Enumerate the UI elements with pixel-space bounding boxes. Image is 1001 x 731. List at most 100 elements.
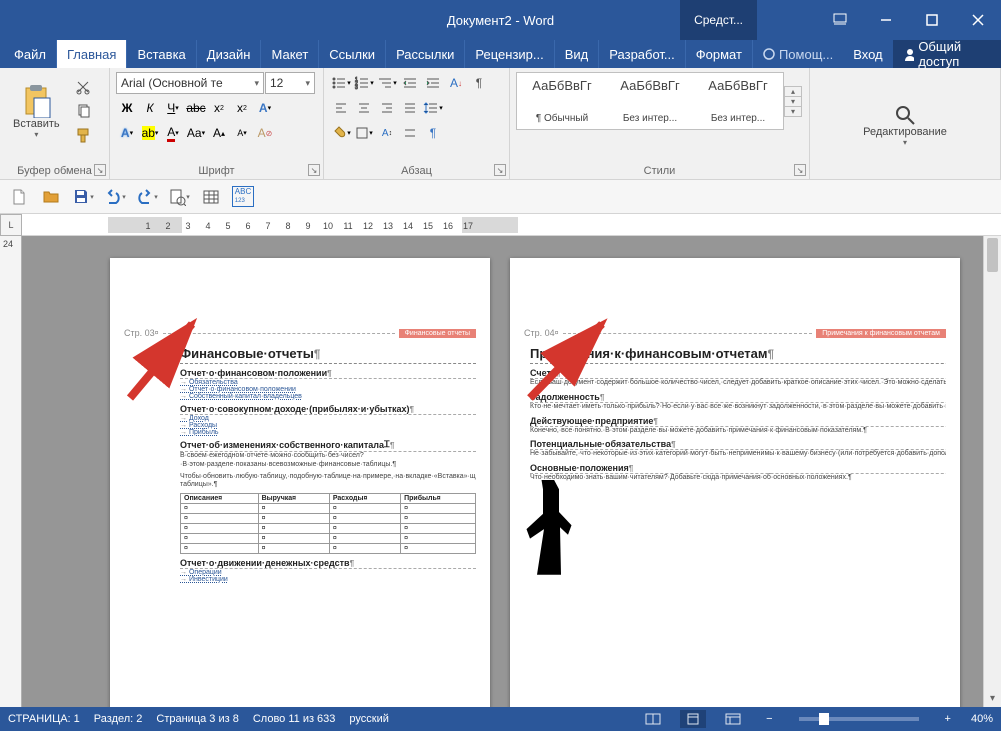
scrollbar-down[interactable]: ▾: [984, 689, 1001, 707]
style-normal[interactable]: АаБбВвГг¶ Обычный: [519, 75, 605, 127]
save-button[interactable]: ▾: [70, 184, 96, 210]
superscript-button[interactable]: x2: [231, 97, 253, 119]
numbering-button[interactable]: 123▾: [353, 72, 375, 94]
highlight-button[interactable]: ab▾: [139, 122, 161, 144]
tab-developer[interactable]: Разработ...: [599, 40, 685, 68]
tab-format[interactable]: Формат: [686, 40, 753, 68]
bullets-button[interactable]: ▾: [330, 72, 352, 94]
ribbon-display-options[interactable]: [817, 0, 863, 40]
minimize-button[interactable]: [863, 0, 909, 40]
spelling-button[interactable]: ABC123: [230, 184, 256, 210]
line-spacing-button[interactable]: ▾: [422, 97, 444, 119]
tab-design[interactable]: Дизайн: [197, 40, 262, 68]
zoom-level[interactable]: 40%: [971, 713, 993, 725]
status-language[interactable]: русский: [349, 713, 388, 725]
insert-table-button[interactable]: [198, 184, 224, 210]
copy-button[interactable]: [72, 100, 94, 122]
tab-review[interactable]: Рецензир...: [465, 40, 554, 68]
align-right-button[interactable]: [376, 97, 398, 119]
close-button[interactable]: [955, 0, 1001, 40]
group-font: Arial (Основной те▾ 12▾ Ж К Ч▾ abc x2 x2…: [110, 68, 324, 179]
paragraph-mark-button[interactable]: ¶: [422, 122, 444, 144]
borders-button[interactable]: ▾: [353, 122, 375, 144]
web-layout-button[interactable]: [720, 710, 746, 728]
scrollbar-thumb[interactable]: [987, 238, 998, 272]
decrease-indent-button[interactable]: [399, 72, 421, 94]
increase-indent-button[interactable]: [422, 72, 444, 94]
paragraph-launcher[interactable]: ↘: [494, 164, 506, 176]
styles-more[interactable]: ▴▾▾: [784, 86, 802, 117]
text-effects2-button[interactable]: A▾: [116, 122, 138, 144]
clipboard-launcher[interactable]: ↘: [94, 164, 106, 176]
zoom-in-button[interactable]: +: [939, 713, 957, 725]
zoom-out-button[interactable]: −: [760, 713, 778, 725]
font-name-combo[interactable]: Arial (Основной те▾: [116, 72, 264, 94]
undo-button[interactable]: ▾: [102, 184, 128, 210]
tab-file[interactable]: Файл: [4, 40, 57, 68]
shading-button[interactable]: ▾: [330, 122, 352, 144]
shrink-font-button[interactable]: A▾: [231, 122, 253, 144]
tab-references[interactable]: Ссылки: [319, 40, 386, 68]
maximize-button[interactable]: [909, 0, 955, 40]
font-color-button[interactable]: A▾: [162, 122, 184, 144]
page3-sec2: Отчет·о·совокупном·доходе·(прибылях·и·уб…: [180, 404, 410, 414]
ruler-tab-selector[interactable]: L: [0, 214, 22, 236]
tell-me[interactable]: Помощ...: [753, 40, 843, 68]
tab-layout[interactable]: Макет: [261, 40, 319, 68]
cut-button[interactable]: [72, 76, 94, 98]
align-center-button[interactable]: [353, 97, 375, 119]
sort-button[interactable]: A↓: [445, 72, 467, 94]
align-left-button[interactable]: [330, 97, 352, 119]
distributed-button[interactable]: [399, 122, 421, 144]
clear-formatting-button[interactable]: A⊘: [254, 122, 276, 144]
underline-button[interactable]: Ч▾: [162, 97, 184, 119]
group-paragraph: ▾ 123▾ ▾ A↓ ¶ ▾ ▾ ▾ A↕ ¶: [324, 68, 510, 179]
paste-button[interactable]: Вставить ▾: [6, 79, 67, 144]
read-mode-button[interactable]: [640, 710, 666, 728]
signin-link[interactable]: Вход: [843, 40, 892, 68]
justify-button[interactable]: [399, 97, 421, 119]
open-button[interactable]: [38, 184, 64, 210]
print-layout-button[interactable]: [680, 710, 706, 728]
print-preview-button[interactable]: ▾: [166, 184, 192, 210]
share-button[interactable]: Общий доступ: [893, 40, 1001, 68]
page3-sec1: Отчет·о·финансовом·положении: [180, 368, 327, 378]
editing-button[interactable]: Редактирование ▾: [856, 99, 954, 152]
redo-button[interactable]: ▾: [134, 184, 160, 210]
new-document-button[interactable]: [6, 184, 32, 210]
status-page[interactable]: СТРАНИЦА: 1: [8, 713, 80, 725]
document-canvas[interactable]: Стр. 03¤ Финансовые отчеты Финансовые·от…: [22, 236, 983, 707]
styles-launcher[interactable]: ↘: [794, 164, 806, 176]
grow-font-button[interactable]: A▴: [208, 122, 230, 144]
tab-insert[interactable]: Вставка: [127, 40, 196, 68]
contextual-tab-label[interactable]: Средст...: [680, 0, 757, 40]
text-direction-button[interactable]: A↕: [376, 122, 398, 144]
page3-table: Описание¤Выручка¤Расходы¤Прибыль¤ ¤¤¤¤¤¤…: [180, 493, 476, 554]
tab-mailings[interactable]: Рассылки: [386, 40, 465, 68]
tab-view[interactable]: Вид: [555, 40, 600, 68]
status-words[interactable]: Слово 11 из 633: [253, 713, 336, 725]
tab-home[interactable]: Главная: [57, 40, 127, 68]
italic-button[interactable]: К: [139, 97, 161, 119]
status-section[interactable]: Раздел: 2: [94, 713, 143, 725]
horizontal-ruler[interactable]: 1234567891011121314151617: [22, 214, 1001, 235]
text-effects-button[interactable]: A▾: [254, 97, 276, 119]
document-workspace: 24 Стр. 03¤ Финансовые отчеты Финансовые…: [0, 236, 1001, 707]
show-paragraph-marks-button[interactable]: ¶: [468, 72, 490, 94]
font-launcher[interactable]: ↘: [308, 164, 320, 176]
status-pages[interactable]: Страница 3 из 8: [156, 713, 238, 725]
strikethrough-button[interactable]: abc: [185, 97, 207, 119]
style-nospacing1[interactable]: АаБбВвГгБез интер...: [607, 75, 693, 127]
styles-gallery[interactable]: АаБбВвГг¶ Обычный АаБбВвГгБез интер... А…: [516, 72, 784, 130]
bold-button[interactable]: Ж: [116, 97, 138, 119]
vertical-scrollbar[interactable]: ▾: [983, 236, 1001, 707]
zoom-slider[interactable]: [799, 717, 919, 721]
change-case-button[interactable]: Aa▾: [185, 122, 207, 144]
font-size-combo[interactable]: 12▾: [265, 72, 315, 94]
multilevel-list-button[interactable]: ▾: [376, 72, 398, 94]
style-nospacing2[interactable]: АаБбВвГгБез интер...: [695, 75, 781, 127]
page4-content: Введите подпись Примечания·к·финансовым·…: [524, 346, 946, 707]
vertical-ruler[interactable]: 24: [0, 236, 22, 707]
subscript-button[interactable]: x2: [208, 97, 230, 119]
format-painter-button[interactable]: [72, 124, 94, 146]
